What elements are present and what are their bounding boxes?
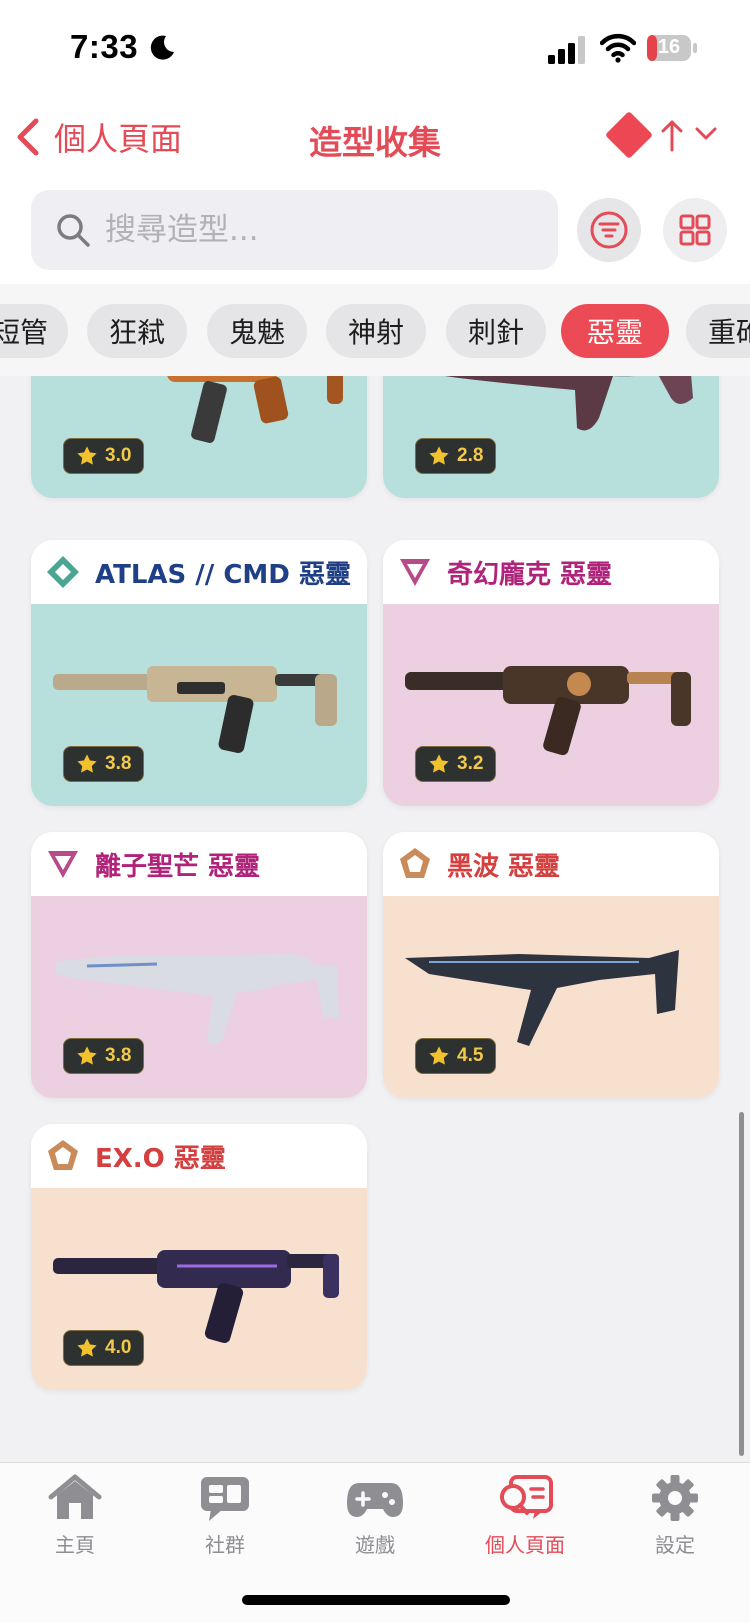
- home-indicator: [242, 1595, 510, 1605]
- chip-sheriff[interactable]: 神射: [326, 304, 426, 358]
- rating-badge: 4.5: [415, 1038, 497, 1074]
- grid-view-button[interactable]: [663, 198, 727, 262]
- chip-spectre[interactable]: 惡靈: [561, 304, 669, 358]
- cellular-signal-icon: [548, 36, 585, 64]
- status-time: 7:33: [70, 28, 139, 65]
- scroll-indicator[interactable]: [739, 1112, 744, 1456]
- tab-community[interactable]: 社群: [150, 1473, 300, 1558]
- skin-card[interactable]: EX.O 惡靈 4.0: [31, 1124, 367, 1390]
- skin-grid: 3.0 2.8 ATLAS // CMD 惡靈 3.8 奇幻龐克 惡靈 3.2 …: [0, 376, 750, 1462]
- filter-button[interactable]: [577, 198, 641, 262]
- search-row: [0, 188, 750, 284]
- rating-value: 3.8: [105, 753, 132, 774]
- rating-value: 3.2: [457, 753, 484, 774]
- chat-icon: [201, 1477, 249, 1521]
- premium-tier-icon: [400, 559, 430, 586]
- sort-ascending-icon[interactable]: [660, 118, 684, 152]
- grid-icon: [679, 214, 711, 246]
- rating-value: 4.0: [105, 1337, 132, 1358]
- rating-value: 3.8: [105, 1045, 132, 1066]
- rating-badge: 3.0: [63, 438, 145, 474]
- profile-search-icon: [500, 1475, 553, 1519]
- skin-title: 奇幻龐克 惡靈: [447, 559, 613, 590]
- skin-card[interactable]: 3.0: [31, 376, 367, 498]
- tab-label: 主頁: [55, 1533, 95, 1557]
- star-icon: [77, 446, 97, 465]
- star-icon: [429, 1046, 449, 1065]
- weapon-type-chips: 短管 狂弒 鬼魅 神射 刺針 惡靈 重砲: [0, 284, 750, 376]
- select-tier-icon: [47, 556, 79, 588]
- tab-home[interactable]: 主頁: [0, 1473, 150, 1558]
- filter-icon: [590, 211, 628, 249]
- battery-icon: 16: [646, 33, 698, 63]
- deluxe-tier-icon: [400, 848, 430, 878]
- deluxe-tier-icon: [48, 1140, 78, 1170]
- skin-title: ATLAS // CMD 惡靈: [95, 559, 351, 590]
- star-icon: [429, 754, 449, 773]
- gamepad-icon: [347, 1483, 403, 1517]
- rating-value: 3.0: [105, 445, 132, 466]
- battery-level: 16: [657, 36, 681, 58]
- gear-icon: [652, 1475, 698, 1521]
- rating-badge: 3.2: [415, 746, 497, 782]
- rating-value: 2.8: [457, 445, 484, 466]
- search-icon: [57, 214, 90, 247]
- skin-title: 黑波 惡靈: [447, 851, 561, 882]
- chevron-down-icon[interactable]: [694, 124, 718, 144]
- skin-title: EX.O 惡靈: [95, 1143, 226, 1174]
- tab-label: 個人頁面: [485, 1533, 565, 1557]
- search-box[interactable]: [31, 190, 558, 270]
- home-icon: [48, 1474, 102, 1519]
- skin-card[interactable]: 奇幻龐克 惡靈 3.2: [383, 540, 719, 806]
- nav-header: 個人頁面 造型收集: [0, 100, 750, 188]
- chip-stinger[interactable]: 刺針: [446, 304, 546, 358]
- premium-tier-icon: [48, 851, 78, 878]
- tab-label: 社群: [205, 1533, 245, 1557]
- star-icon: [77, 754, 97, 773]
- rating-badge: 3.8: [63, 1038, 145, 1074]
- star-icon: [77, 1046, 97, 1065]
- search-input[interactable]: [105, 202, 525, 258]
- tab-profile[interactable]: 個人頁面: [450, 1473, 600, 1558]
- rating-value: 4.5: [457, 1045, 484, 1066]
- skin-card[interactable]: 離子聖芒 惡靈 3.8: [31, 832, 367, 1098]
- skin-card[interactable]: 2.8: [383, 376, 719, 498]
- star-icon: [77, 1338, 97, 1357]
- skin-card[interactable]: 黑波 惡靈 4.5: [383, 832, 719, 1098]
- rating-badge: 3.8: [63, 746, 145, 782]
- star-icon: [429, 446, 449, 465]
- rating-badge: 4.0: [63, 1330, 145, 1366]
- skin-title: 離子聖芒 惡靈: [95, 851, 261, 882]
- chip-ghost[interactable]: 鬼魅: [207, 304, 307, 358]
- chip-bucky[interactable]: 重砲: [686, 304, 750, 358]
- tab-games[interactable]: 遊戲: [300, 1473, 450, 1558]
- status-bar: 7:33 16: [0, 0, 750, 100]
- tab-label: 遊戲: [355, 1533, 395, 1557]
- moon-icon: [150, 35, 174, 60]
- chip-shorty[interactable]: 短管: [0, 304, 68, 358]
- chip-frenzy[interactable]: 狂弒: [87, 304, 187, 358]
- tab-settings[interactable]: 設定: [600, 1473, 750, 1558]
- rating-badge: 2.8: [415, 438, 497, 474]
- tab-label: 設定: [655, 1533, 695, 1557]
- wifi-icon: [600, 33, 636, 63]
- skin-card[interactable]: ATLAS // CMD 惡靈 3.8: [31, 540, 367, 806]
